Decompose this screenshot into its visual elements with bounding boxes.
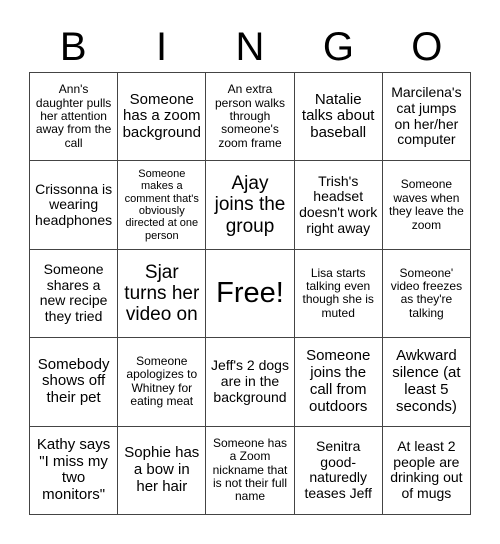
bingo-cell-r2-c4[interactable]: Trish's headset doesn't work right away [294, 161, 383, 250]
cell-text: Someone waves when they leave the zoom [389, 177, 464, 232]
cell-text: Trish's headset doesn't work right away [299, 172, 378, 236]
cell-text: Someone has a Zoom nickname that is not … [212, 435, 288, 504]
header-letter-n: N [235, 25, 265, 69]
cell-text: Someone joins the call from outdoors [306, 347, 371, 415]
bingo-cell-r4-c4[interactable]: Someone joins the call from outdoors [294, 338, 383, 427]
cell-text: An extra person walks through someone's … [214, 82, 285, 150]
header-letter-o: O [411, 25, 443, 69]
bingo-cell-r4-c3[interactable]: Jeff's 2 dogs are in the background [206, 338, 295, 427]
header-letter-g: G [322, 25, 354, 69]
bingo-cell-r1-c5[interactable]: Marcilena's cat jumps on her/her compute… [382, 73, 471, 162]
bingo-board: Ann's daughter pulls her attention away … [29, 72, 471, 515]
cell-text: Someone makes a comment that's obviously… [124, 168, 199, 242]
bingo-cell-r3-c5[interactable]: Someone' video freezes as they're talkin… [382, 249, 471, 339]
bingo-cell-r1-c1[interactable]: Ann's daughter pulls her attention away … [30, 73, 119, 162]
cell-text: Awkward silence (at least 5 seconds) [392, 347, 461, 415]
header-letter-b: B [59, 25, 87, 69]
bingo-cell-r2-c1[interactable]: Crissonna is wearing headphones [30, 161, 119, 250]
cell-text: Lisa starts talking even though she is m… [302, 265, 374, 320]
cell-text: Sophie has a bow in her hair [124, 444, 200, 495]
bingo-header: B I N G O [29, 22, 471, 72]
bingo-cell-r3-c4[interactable]: Lisa starts talking even though she is m… [294, 249, 383, 339]
cell-text: Someone shares a new recipe they tried [39, 261, 108, 325]
cell-text: Senitra good-naturedly teases Jeff [304, 437, 372, 501]
bingo-cell-r3-c1[interactable]: Someone shares a new recipe they tried [30, 249, 119, 339]
cell-text: Somebody shows off their pet [37, 355, 110, 407]
header-letter-i: I [156, 25, 168, 69]
bingo-cell-r2-c2[interactable]: Someone makes a comment that's obviously… [118, 161, 207, 250]
bingo-cell-r5-c3[interactable]: Someone has a Zoom nickname that is not … [206, 426, 295, 515]
bingo-cell-r1-c4[interactable]: Natalie talks about baseball [294, 73, 383, 162]
bingo-cell-free[interactable]: Free! [206, 249, 295, 339]
cell-text: Marcilena's cat jumps on her/her compute… [391, 84, 462, 148]
cell-text: Someone has a zoom background [122, 90, 201, 142]
bingo-cell-r4-c1[interactable]: Somebody shows off their pet [30, 338, 119, 427]
cell-text: Crissonna is wearing headphones [35, 180, 113, 228]
bingo-cell-r2-c3[interactable]: Ajay joins the group [206, 161, 295, 250]
cell-text: Jeff's 2 dogs are in the background [211, 357, 289, 405]
cell-text: Kathy says "I miss my two monitors" [36, 435, 111, 504]
bingo-cell-r3-c2[interactable]: Sjar turns her video on [118, 249, 207, 339]
bingo-cell-r1-c2[interactable]: Someone has a zoom background [118, 73, 207, 162]
free-space-text: Free! [216, 277, 284, 310]
cell-text: Someone apologizes to Whitney for eating… [126, 354, 198, 409]
bingo-cell-r2-c5[interactable]: Someone waves when they leave the zoom [382, 161, 471, 250]
bingo-cell-r5-c1[interactable]: Kathy says "I miss my two monitors" [30, 426, 119, 515]
bingo-cell-r5-c2[interactable]: Sophie has a bow in her hair [118, 426, 207, 515]
cell-text: At least 2 people are drinking out of mu… [390, 437, 463, 501]
bingo-cell-r4-c2[interactable]: Someone apologizes to Whitney for eating… [118, 338, 207, 427]
bingo-cell-r4-c5[interactable]: Awkward silence (at least 5 seconds) [382, 338, 471, 427]
bingo-cell-r1-c3[interactable]: An extra person walks through someone's … [206, 73, 295, 162]
bingo-cell-r5-c5[interactable]: At least 2 people are drinking out of mu… [382, 426, 471, 515]
cell-text: Sjar turns her video on [124, 261, 200, 326]
cell-text: Natalie talks about baseball [301, 90, 375, 142]
bingo-cell-r5-c4[interactable]: Senitra good-naturedly teases Jeff [294, 426, 383, 515]
cell-text: Ajay joins the group [214, 173, 286, 237]
cell-text: Someone' video freezes as they're talkin… [390, 265, 463, 320]
cell-text: Ann's daughter pulls her attention away … [35, 82, 112, 150]
